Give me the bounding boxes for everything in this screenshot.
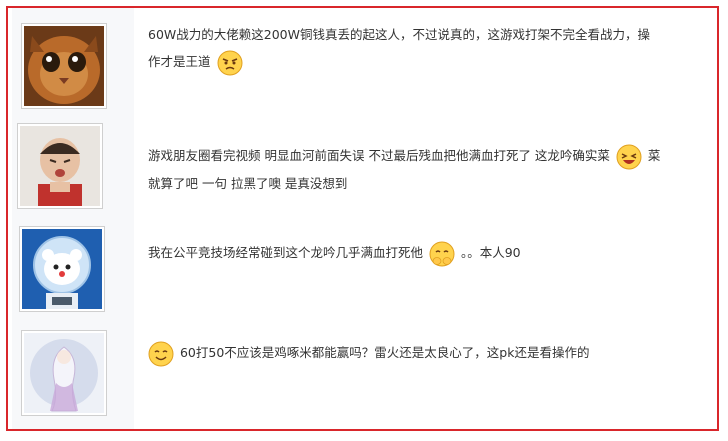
anime-girl-icon bbox=[24, 333, 104, 413]
comment-line-text: 我在公平竞技场经常碰到这个龙吟几乎满血打死他 bbox=[148, 245, 424, 260]
covering-mouth-emoji-icon bbox=[429, 241, 455, 267]
comment-line: 60打50不应该是鸡啄米都能赢吗？雷火还是太良心了，这pk还是看操作的 bbox=[148, 339, 716, 367]
orange-cat-avatar[interactable] bbox=[21, 23, 107, 109]
comment-line: 我在公平竞技场经常碰到这个龙吟几乎满血打死他 。。本人90 bbox=[148, 239, 716, 267]
comment-text: 我在公平竞技场经常碰到这个龙吟几乎满血打死他 。。本人90 bbox=[148, 239, 716, 267]
crying-child-icon bbox=[20, 126, 100, 206]
comment-panel: 60W战力的大佬赖这200W铜钱真丢的起这人，不过说真的，这游戏打架不完全看战力… bbox=[6, 6, 719, 431]
comment-line: 游戏朋友圈看完视频 明显血河前面失误 不过最后残血把他满血打死了 这龙吟确实菜 … bbox=[148, 142, 716, 170]
laughing-face-emoji-icon bbox=[616, 144, 642, 170]
comment-line: 就算了吧 一句 拉黑了噢 是真没想到 bbox=[148, 175, 348, 191]
comment-line-text: 游戏朋友圈看完视频 明显血河前面失误 不过最后残血把他满血打死了 这龙吟确实菜 bbox=[148, 148, 610, 163]
polar-bear-astronaut-avatar[interactable] bbox=[19, 226, 105, 312]
smile-face-emoji-icon bbox=[148, 341, 174, 367]
comment-line-text: 作才是王道 bbox=[148, 54, 211, 69]
angry-face-emoji-icon bbox=[217, 50, 243, 76]
comment-text: 60打50不应该是鸡啄米都能赢吗？雷火还是太良心了，这pk还是看操作的 bbox=[148, 339, 716, 367]
comment-text: 游戏朋友圈看完视频 明显血河前面失误 不过最后残血把他满血打死了 这龙吟确实菜 … bbox=[148, 142, 716, 197]
comment-line-text: 60打50不应该是鸡啄米都能赢吗？雷火还是太良心了，这pk还是看操作的 bbox=[179, 345, 590, 360]
orange-cat-icon bbox=[24, 26, 104, 106]
polar-bear-astronaut-icon bbox=[22, 229, 102, 309]
comment-line: 作才是王道 bbox=[148, 48, 708, 76]
comment-line-text: 菜 bbox=[647, 148, 661, 163]
comment-line-text: 。。本人90 bbox=[460, 245, 521, 260]
crying-child-avatar[interactable] bbox=[17, 123, 103, 209]
anime-girl-avatar[interactable] bbox=[21, 330, 107, 416]
comment-text: 60W战力的大佬赖这200W铜钱真丢的起这人，不过说真的，这游戏打架不完全看战力… bbox=[148, 21, 708, 76]
comment-line: 60W战力的大佬赖这200W铜钱真丢的起这人，不过说真的，这游戏打架不完全看战力… bbox=[148, 27, 650, 42]
